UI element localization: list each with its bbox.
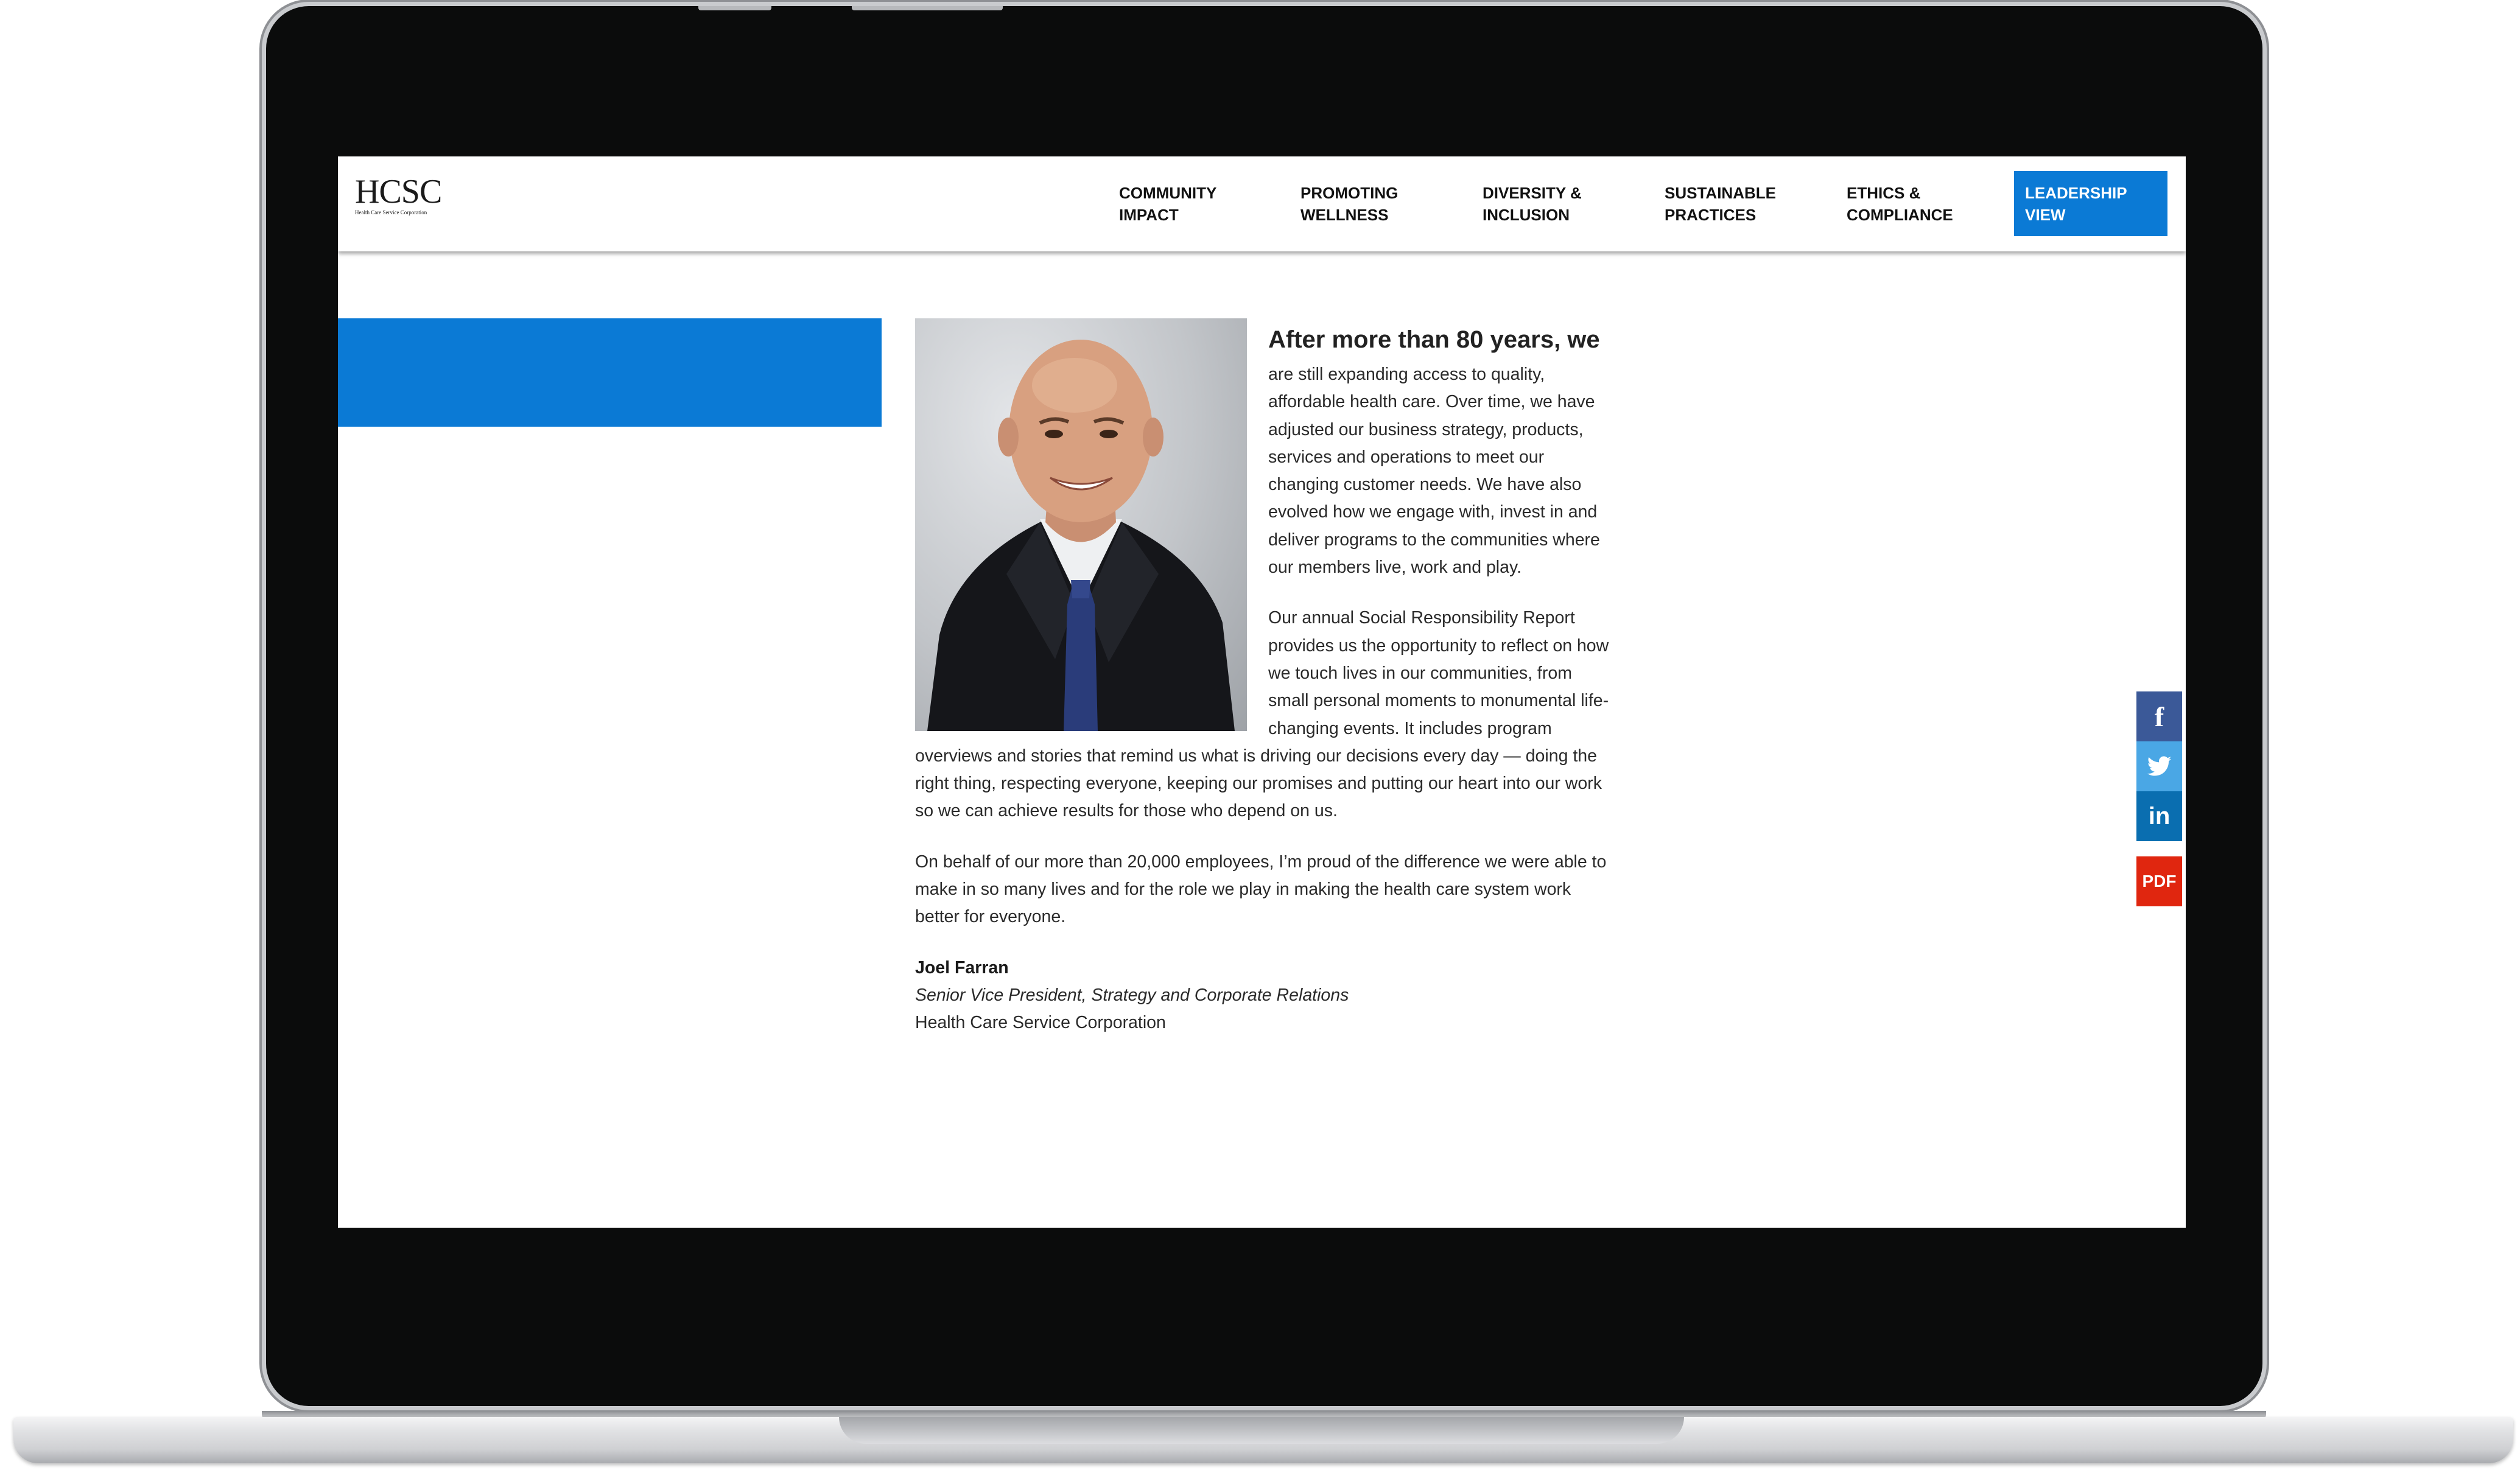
- facebook-share-button[interactable]: f: [2136, 691, 2182, 741]
- logo-text: HCSC: [355, 173, 442, 211]
- signer-company: Health Care Service Corporation: [915, 1013, 1166, 1033]
- linkedin-icon: in: [2148, 802, 2171, 830]
- laptop-trackpad-notch: [839, 1417, 1684, 1444]
- website-screen: HCSC Health Care Service Corporation COM…: [338, 156, 2186, 1228]
- letter-signature: Joel Farran Senior Vice President, Strat…: [915, 954, 1609, 1037]
- pdf-download-button[interactable]: PDF: [2136, 856, 2182, 906]
- signer-name: Joel Farran: [915, 957, 1009, 978]
- nav-leadership-view-label: LEADERSHIP VIEW: [2025, 184, 2127, 224]
- nav-sustainable-practices[interactable]: SUSTAINABLE PRACTICES: [1665, 182, 1805, 226]
- letter-paragraph: On behalf of our more than 20,000 employ…: [915, 852, 1607, 927]
- lid-button: [698, 6, 771, 10]
- site-header: HCSC Health Care Service Corporation COM…: [338, 156, 2186, 251]
- pdf-icon: PDF: [2142, 872, 2177, 890]
- facebook-icon: f: [2154, 701, 2164, 732]
- nav-promoting-wellness[interactable]: PROMOTING WELLNESS: [1300, 182, 1441, 226]
- hcsc-logo[interactable]: HCSC Health Care Service Corporation: [355, 173, 442, 216]
- blue-accent-banner: [338, 318, 882, 427]
- lid-button: [852, 6, 1003, 10]
- leadership-letter: After more than 80 years, we are still e…: [915, 318, 1609, 1037]
- signer-title: Senior Vice President, Strategy and Corp…: [915, 985, 1349, 1005]
- nav-diversity-inclusion[interactable]: DIVERSITY & INCLUSION: [1483, 182, 1623, 226]
- nav-ethics-compliance[interactable]: ETHICS & COMPLIANCE: [1847, 182, 1987, 226]
- nav-community-impact[interactable]: COMMUNITY IMPACT: [1119, 182, 1259, 226]
- linkedin-share-button[interactable]: in: [2136, 791, 2182, 841]
- twitter-share-button[interactable]: [2136, 741, 2182, 791]
- twitter-icon: [2147, 756, 2171, 776]
- nav-leadership-view[interactable]: LEADERSHIP VIEW: [2014, 171, 2167, 236]
